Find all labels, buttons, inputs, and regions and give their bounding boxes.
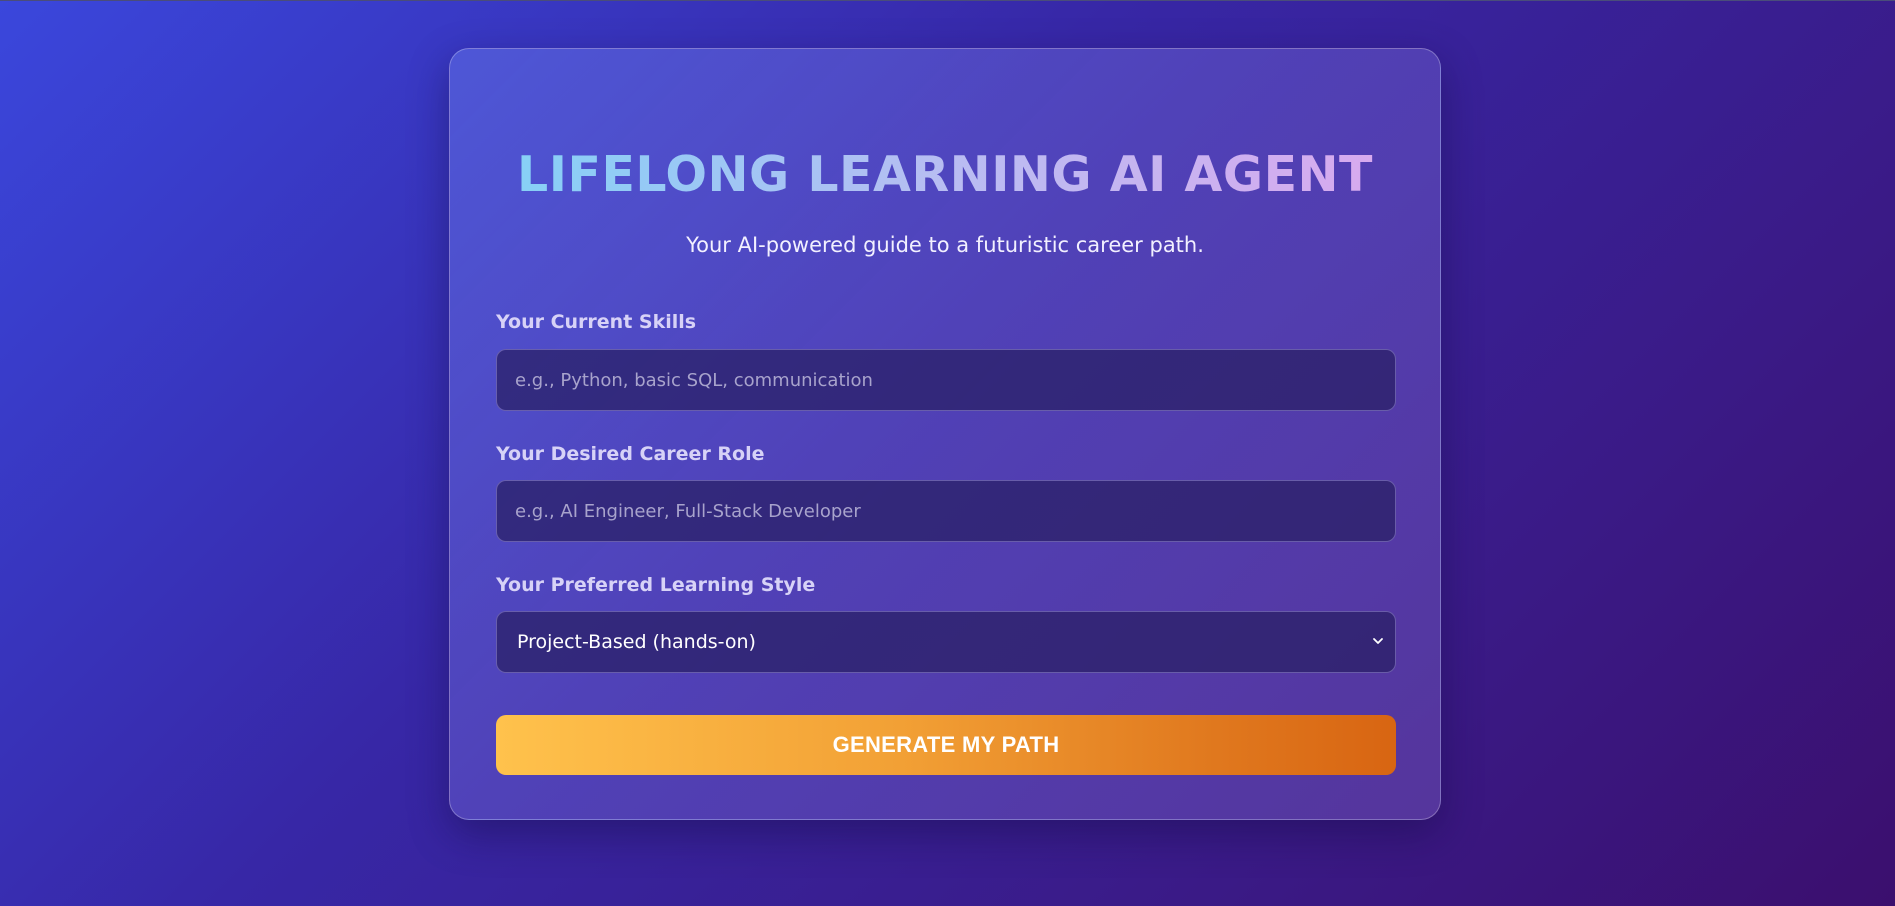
form-card: LIFELONG LEARNING AI AGENT Your AI-power… xyxy=(449,48,1441,820)
page-title: LIFELONG LEARNING AI AGENT xyxy=(450,145,1440,205)
career-role-input[interactable] xyxy=(496,480,1396,542)
career-role-label: Your Desired Career Role xyxy=(496,443,765,465)
chevron-down-icon xyxy=(1373,638,1383,644)
skills-input[interactable] xyxy=(496,349,1396,411)
learning-style-selected-value: Project-Based (hands-on) xyxy=(517,631,756,653)
page-subtitle: Your AI-powered guide to a futuristic ca… xyxy=(686,233,1204,257)
learning-style-label: Your Preferred Learning Style xyxy=(496,574,816,596)
top-border xyxy=(0,0,1895,1)
skills-label: Your Current Skills xyxy=(496,311,697,333)
learning-style-select[interactable]: Project-Based (hands-on) xyxy=(496,611,1396,673)
generate-path-button[interactable]: GENERATE MY PATH xyxy=(496,715,1396,775)
